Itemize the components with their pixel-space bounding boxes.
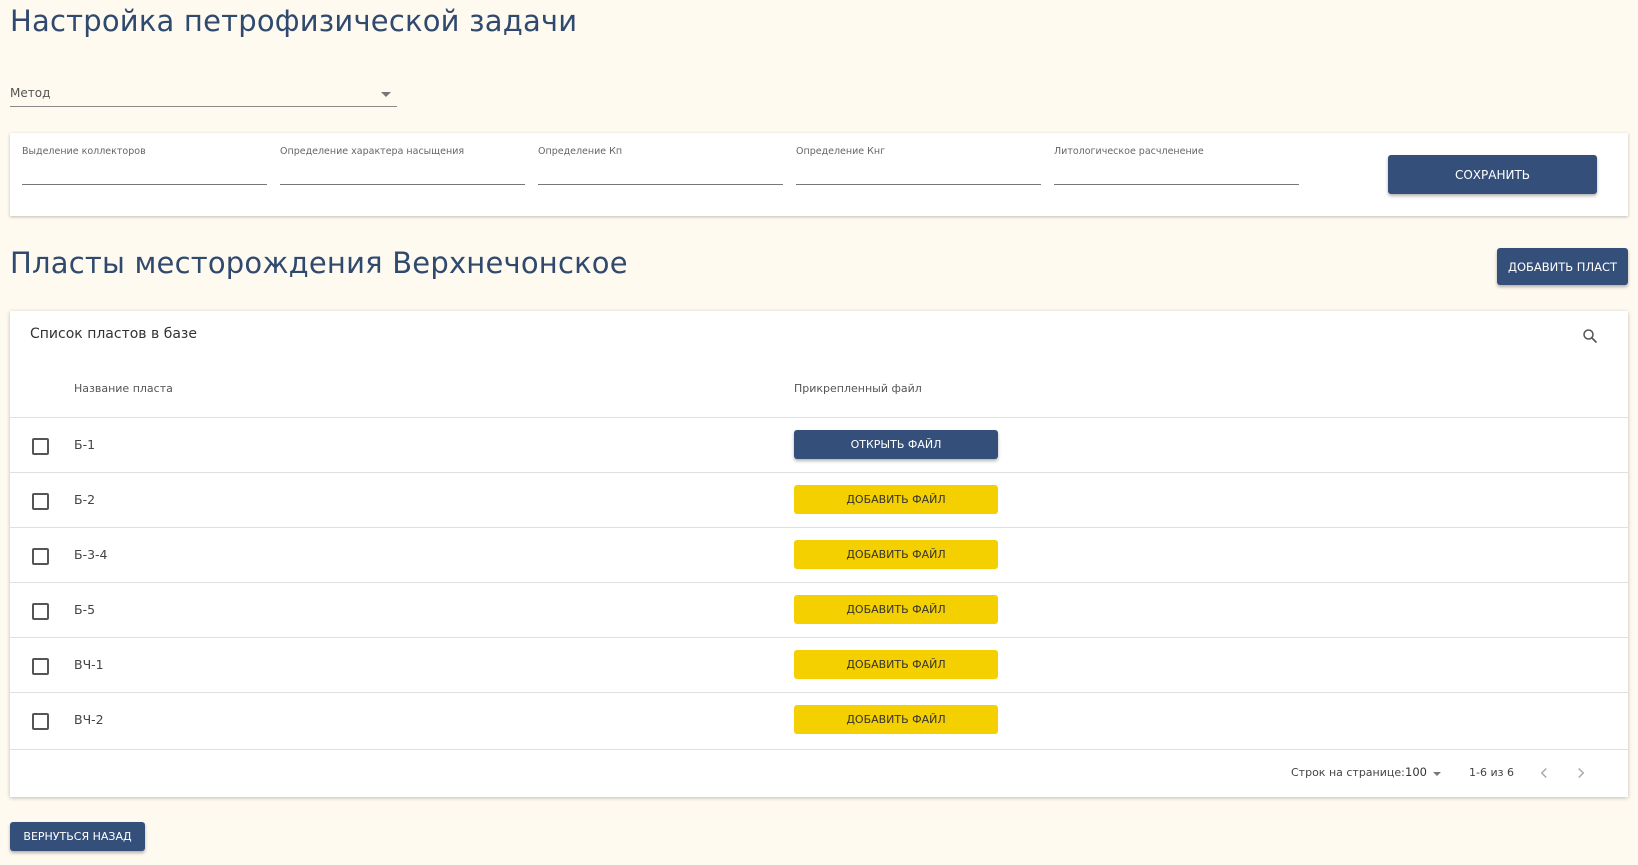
- kng-field[interactable]: Определение Кнг: [796, 133, 1041, 185]
- table-row: Б-2 Добавить файл: [10, 472, 1628, 528]
- add-layer-button[interactable]: Добавить пласт: [1497, 248, 1628, 285]
- saturation-field[interactable]: Определение характера насыщения: [280, 133, 525, 185]
- layer-name: Б-3-4: [74, 547, 108, 562]
- add-file-button[interactable]: Добавить файл: [794, 595, 998, 624]
- settings-card: Выделение коллекторов Определение характ…: [10, 133, 1628, 216]
- layers-table: Список пластов в базе Название пласта Пр…: [10, 311, 1628, 797]
- layer-name: Б-2: [74, 492, 96, 507]
- chevron-right-icon[interactable]: [1572, 764, 1590, 782]
- kp-field[interactable]: Определение Кп: [538, 133, 783, 185]
- field-label: Литологическое расчленение: [1054, 146, 1204, 157]
- row-checkbox[interactable]: [32, 603, 49, 620]
- field-label: Выделение коллекторов: [22, 146, 146, 157]
- rows-per-page-value: 100: [1405, 765, 1427, 779]
- section-title: Пласты месторождения Верхнечонское: [10, 246, 628, 280]
- column-header-name: Название пласта: [74, 382, 173, 395]
- page-title: Настройка петрофизической задачи: [10, 4, 578, 38]
- search-icon[interactable]: [1581, 327, 1599, 345]
- rows-per-page-label: Строк на странице:: [1291, 766, 1405, 779]
- table-pagination: Строк на странице: 100 1-6 из 6: [10, 749, 1628, 798]
- caret-down-icon: [1432, 772, 1441, 776]
- lithology-field[interactable]: Литологическое расчленение: [1054, 133, 1299, 185]
- method-select-label: Метод: [10, 86, 51, 100]
- field-label: Определение Кнг: [796, 146, 886, 157]
- method-select[interactable]: Метод: [10, 80, 397, 107]
- add-file-button[interactable]: Добавить файл: [794, 650, 998, 679]
- row-checkbox[interactable]: [32, 548, 49, 565]
- field-label: Определение Кп: [538, 146, 623, 157]
- rows-per-page-select[interactable]: 100: [1405, 765, 1441, 779]
- table-row: ВЧ-2 Добавить файл: [10, 692, 1628, 748]
- add-file-button[interactable]: Добавить файл: [794, 485, 998, 514]
- table-row: Б-1 Открыть файл: [10, 417, 1628, 473]
- field-label: Определение характера насыщения: [280, 146, 465, 157]
- layer-name: ВЧ-1: [74, 657, 104, 672]
- table-title: Список пластов в базе: [30, 326, 197, 342]
- layer-name: Б-5: [74, 602, 96, 617]
- layer-name: Б-1: [74, 437, 96, 452]
- layer-name: ВЧ-2: [74, 712, 104, 727]
- add-file-button[interactable]: Добавить файл: [794, 705, 998, 734]
- save-button[interactable]: Сохранить: [1388, 155, 1597, 194]
- chevron-left-icon[interactable]: [1535, 764, 1553, 782]
- row-checkbox[interactable]: [32, 658, 49, 675]
- pagination-range: 1-6 из 6: [1469, 766, 1514, 779]
- collectors-field[interactable]: Выделение коллекторов: [22, 133, 267, 185]
- open-file-button[interactable]: Открыть файл: [794, 430, 998, 459]
- row-checkbox[interactable]: [32, 713, 49, 730]
- table-row: Б-3-4 Добавить файл: [10, 527, 1628, 583]
- row-checkbox[interactable]: [32, 493, 49, 510]
- back-button[interactable]: Вернуться назад: [10, 822, 145, 851]
- column-header-file: Прикрепленный файл: [794, 382, 922, 395]
- table-row: Б-5 Добавить файл: [10, 582, 1628, 638]
- row-checkbox[interactable]: [32, 438, 49, 455]
- caret-down-icon: [381, 92, 391, 97]
- add-file-button[interactable]: Добавить файл: [794, 540, 998, 569]
- table-row: ВЧ-1 Добавить файл: [10, 637, 1628, 693]
